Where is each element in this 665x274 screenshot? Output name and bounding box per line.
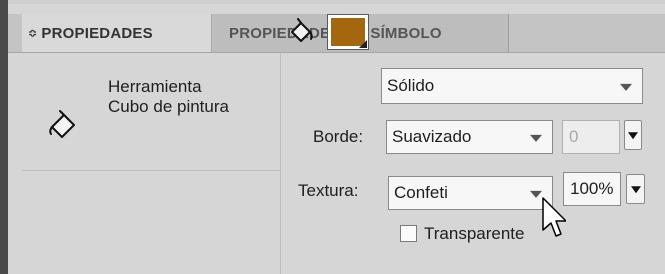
fill-style-select[interactable]: Sólido [381,68,643,104]
border-amount-dropdown-button[interactable] [624,120,642,150]
border-select[interactable]: Suavizado [386,120,553,154]
border-amount-field[interactable]: 0 [562,120,620,154]
fill-style-value: Sólido [387,76,435,95]
border-value: Suavizado [392,127,472,146]
fill-color-swatch[interactable] [327,14,369,50]
tab-propiedades-label: PROPIEDADES [41,24,153,42]
mouse-pointer-icon [542,197,566,237]
texture-percent-value: 100% [570,179,614,198]
texture-percent-field[interactable]: 100% [563,172,621,206]
tool-info-section: Herramienta Cubo de pintura [22,53,280,171]
triangle-down-icon [630,186,641,194]
texture-label: Textura: [298,181,359,200]
border-label: Borde: [313,127,364,146]
tool-name-line1: Herramienta [108,77,202,96]
fill-bucket-icon [291,18,313,42]
texture-value: Confeti [394,183,448,202]
tool-name: Herramienta Cubo de pintura [108,77,229,117]
transparent-checkbox[interactable] [400,225,417,242]
chevron-down-icon [620,83,632,91]
tool-name-line2: Cubo de pintura [108,97,229,116]
texture-percent-dropdown-button[interactable] [626,174,645,204]
triangle-down-icon [628,132,638,140]
tab-propiedades[interactable]: ≎ PROPIEDADES [22,14,212,52]
collapse-arrows-icon[interactable]: ≎ [28,27,37,40]
paint-bucket-icon [49,110,75,138]
transparent-label: Transparente [424,224,525,243]
swatch-dropdown-corner-icon [359,40,367,48]
border-amount-value: 0 [569,127,579,146]
texture-select[interactable]: Confeti [388,176,553,210]
panel-top-edge [8,0,665,4]
chevron-down-icon [530,134,542,142]
section-divider [280,53,281,274]
